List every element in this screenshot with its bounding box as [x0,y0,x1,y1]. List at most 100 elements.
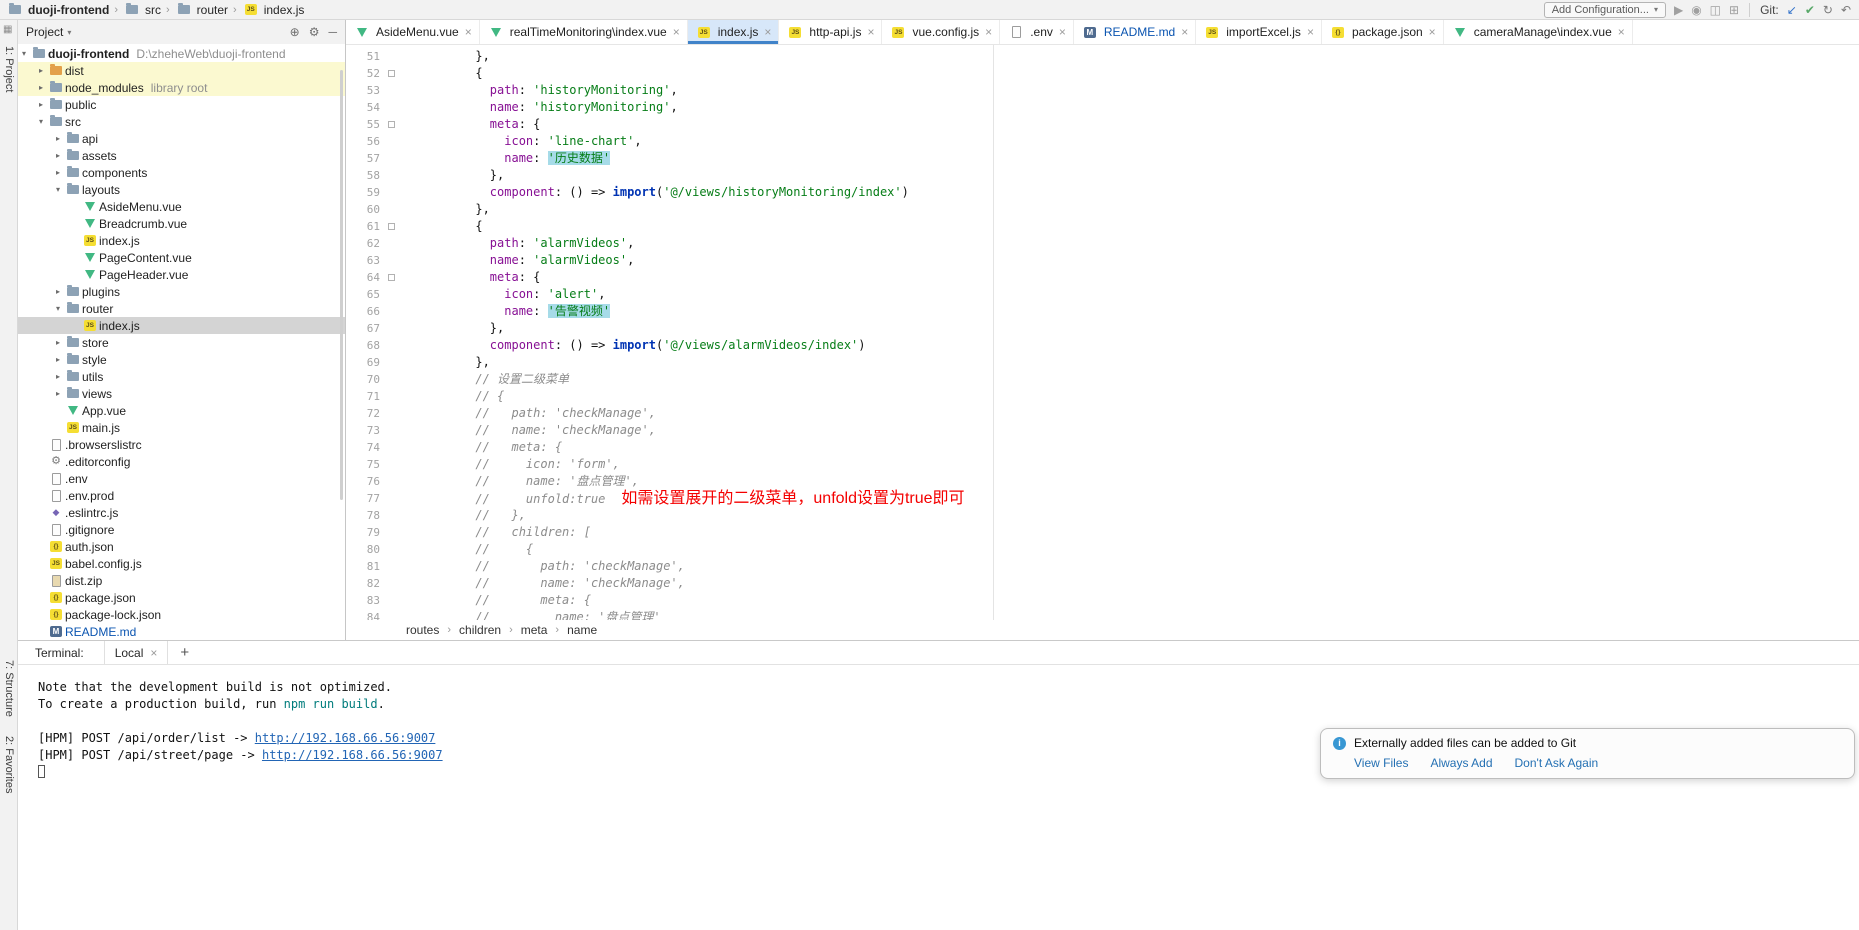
chevron-closed-icon[interactable]: ▸ [35,83,47,92]
line-number[interactable]: 60 [346,201,380,218]
code-line-57[interactable]: 57 name: '历史数据' [346,150,1859,167]
tree-item-pageheader-vue[interactable]: PageHeader.vue [18,266,345,283]
code-line-76[interactable]: 76 // name: '盘点管理', [346,473,1859,490]
close-icon[interactable]: × [1618,25,1625,39]
line-number[interactable]: 80 [346,541,380,558]
code-line-55[interactable]: 55 meta: { [346,116,1859,133]
toolwindow-switcher-icon[interactable]: ▦ [3,24,12,35]
line-number[interactable]: 67 [346,320,380,337]
code-line-69[interactable]: 69 }, [346,354,1859,371]
line-number[interactable]: 61 [346,218,380,235]
line-number[interactable]: 56 [346,133,380,150]
tree-item-views[interactable]: ▸views [18,385,345,402]
chevron-open-icon[interactable]: ▾ [18,49,30,58]
chevron-closed-icon[interactable]: ▸ [52,372,64,381]
line-number[interactable]: 66 [346,303,380,320]
code-line-80[interactable]: 80 // { [346,541,1859,558]
editor-tab-vue-config-js[interactable]: JSvue.config.js× [882,20,1000,44]
tree-item-layouts[interactable]: ▾layouts [18,181,345,198]
code-line-54[interactable]: 54 name: 'historyMonitoring', [346,99,1859,116]
tree-item-src[interactable]: ▾src [18,113,345,130]
chevron-closed-icon[interactable]: ▸ [52,355,64,364]
git-rollback-icon[interactable]: ↶ [1841,4,1851,16]
line-number[interactable]: 58 [346,167,380,184]
fold-marker-icon[interactable] [388,121,395,128]
code-line-78[interactable]: 78 // }, [346,507,1859,524]
breadcrumb-item[interactable]: src [123,1,161,18]
notification-action-view-files[interactable]: View Files [1354,756,1408,770]
code-line-52[interactable]: 52 { [346,65,1859,82]
tree-item-editorconfig[interactable]: ⚙.editorconfig [18,453,345,470]
tree-item-index-js[interactable]: JSindex.js [18,232,345,249]
code-line-74[interactable]: 74 // meta: { [346,439,1859,456]
editor-tab-readme-md[interactable]: MREADME.md× [1074,20,1196,44]
line-number[interactable]: 79 [346,524,380,541]
line-number[interactable]: 74 [346,439,380,456]
line-number[interactable]: 57 [346,150,380,167]
line-number[interactable]: 51 [346,48,380,65]
close-icon[interactable]: × [867,25,874,39]
line-number[interactable]: 76 [346,473,380,490]
toolwindow-favorites-button[interactable]: 2: Favorites [3,736,15,793]
chevron-closed-icon[interactable]: ▸ [52,287,64,296]
line-number[interactable]: 59 [346,184,380,201]
editor-breadcrumb-item[interactable]: routes [406,623,439,637]
close-icon[interactable]: × [673,25,680,39]
code-line-84[interactable]: 84 // name: '盘点管理' [346,609,1859,620]
chevron-open-icon[interactable]: ▾ [52,304,64,313]
terminal-link[interactable]: http://192.168.66.56:9007 [255,731,436,745]
toolwindow-structure-button[interactable]: 7: Structure [3,660,15,717]
line-number[interactable]: 78 [346,507,380,524]
code-line-61[interactable]: 61 { [346,218,1859,235]
tree-item-auth-json[interactable]: {}auth.json [18,538,345,555]
fold-marker-icon[interactable] [388,223,395,230]
close-icon[interactable]: × [985,25,992,39]
terminal-link[interactable]: http://192.168.66.56:9007 [262,748,443,762]
profiler-icon[interactable]: ⊞ [1729,4,1739,16]
code-line-51[interactable]: 51 }, [346,48,1859,65]
debug-icon[interactable]: ◉ [1691,4,1701,16]
code-line-58[interactable]: 58 }, [346,167,1859,184]
tree-item-babel-config-js[interactable]: JSbabel.config.js [18,555,345,572]
line-number[interactable]: 64 [346,269,380,286]
editor-tab-index-js[interactable]: JSindex.js× [688,20,780,44]
tree-item-utils[interactable]: ▸utils [18,368,345,385]
settings-gear-icon[interactable]: ⚙ [309,25,320,39]
tree-item-app-vue[interactable]: App.vue [18,402,345,419]
code-line-60[interactable]: 60 }, [346,201,1859,218]
tree-item-store[interactable]: ▸store [18,334,345,351]
line-number[interactable]: 70 [346,371,380,388]
code-line-75[interactable]: 75 // icon: 'form', [346,456,1859,473]
editor-tab-importexcel-js[interactable]: JSimportExcel.js× [1196,20,1322,44]
git-history-icon[interactable]: ↻ [1823,4,1833,16]
code-line-79[interactable]: 79 // children: [ [346,524,1859,541]
close-icon[interactable]: × [764,25,771,39]
chevron-closed-icon[interactable]: ▸ [52,151,64,160]
notification-action-don-t-ask-again[interactable]: Don't Ask Again [1515,756,1599,770]
chevron-open-icon[interactable]: ▾ [52,185,64,194]
line-number[interactable]: 62 [346,235,380,252]
chevron-closed-icon[interactable]: ▸ [35,100,47,109]
tree-item-pagecontent-vue[interactable]: PageContent.vue [18,249,345,266]
tree-item-browserslistrc[interactable]: .browserslistrc [18,436,345,453]
code-line-83[interactable]: 83 // meta: { [346,592,1859,609]
hide-panel-icon[interactable]: ─ [328,25,337,39]
tree-item-assets[interactable]: ▸assets [18,147,345,164]
code-line-67[interactable]: 67 }, [346,320,1859,337]
notification-action-always-add[interactable]: Always Add [1430,756,1492,770]
coverage-icon[interactable]: ◫ [1710,4,1721,16]
chevron-closed-icon[interactable]: ▸ [52,134,64,143]
tree-item-env[interactable]: .env [18,470,345,487]
tree-item-env-prod[interactable]: .env.prod [18,487,345,504]
new-terminal-tab-button[interactable]: + [180,641,189,664]
tree-item-dist[interactable]: ▸dist [18,62,345,79]
tree-item-public[interactable]: ▸public [18,96,345,113]
tree-item-package-lock-json[interactable]: {}package-lock.json [18,606,345,623]
chevron-closed-icon[interactable]: ▸ [35,66,47,75]
code-line-63[interactable]: 63 name: 'alarmVideos', [346,252,1859,269]
line-number[interactable]: 68 [346,337,380,354]
editor-tab-asidemenu-vue[interactable]: AsideMenu.vue× [346,20,480,44]
line-number[interactable]: 83 [346,592,380,609]
code-line-82[interactable]: 82 // name: 'checkManage', [346,575,1859,592]
code-line-66[interactable]: 66 name: '告警视频' [346,303,1859,320]
